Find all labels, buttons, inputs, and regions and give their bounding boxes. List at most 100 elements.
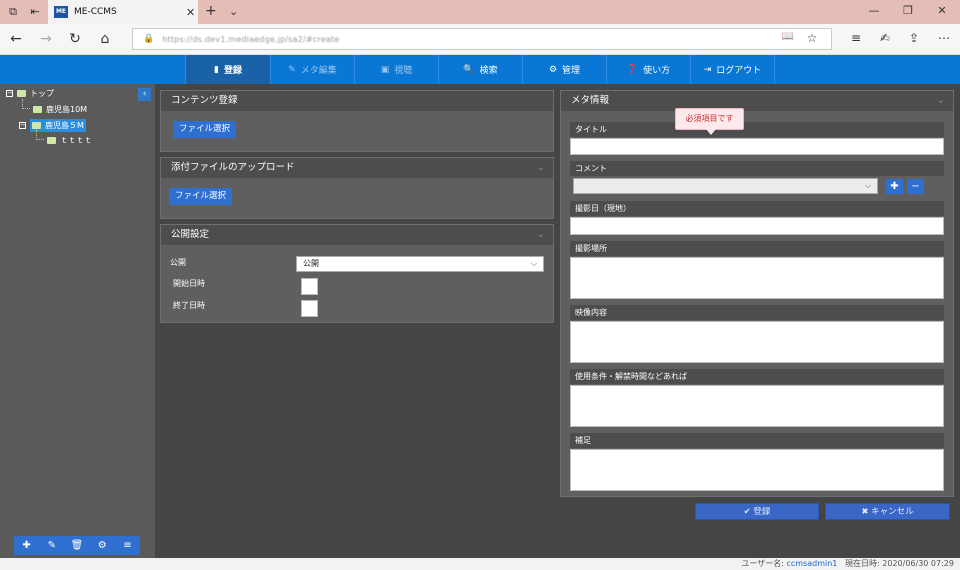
pencil-icon: ✎: [288, 64, 296, 75]
more-icon[interactable]: ⋯: [936, 31, 952, 45]
collapse-node-icon[interactable]: −: [19, 122, 26, 129]
publish-select[interactable]: 公開 ⌵: [296, 256, 544, 272]
title-input[interactable]: [570, 138, 944, 155]
content-textarea[interactable]: [570, 321, 944, 363]
publish-label: 公開: [170, 258, 186, 267]
tree-connector: [22, 99, 30, 109]
menu-icon[interactable]: ≡: [115, 536, 140, 555]
pencil-icon[interactable]: ✎: [39, 536, 64, 555]
folder-icon: [47, 137, 56, 144]
trash-icon[interactable]: 🗑: [64, 536, 89, 555]
current-time: 2020/06/30 07:29: [882, 559, 954, 568]
chevron-down-icon[interactable]: ⌄: [537, 158, 545, 178]
nav-meta-edit[interactable]: ✎ メタ編集: [270, 55, 354, 84]
chevron-down-icon[interactable]: ⌄: [537, 225, 545, 245]
required-tooltip: 必須項目です: [675, 108, 744, 135]
new-tab-icon[interactable]: +: [205, 3, 217, 19]
status-bar: ユーザー名: ccmsadmin1 現在日時: 2020/06/30 07:29: [0, 558, 960, 570]
nav-admin[interactable]: ⚙ 管理: [522, 55, 606, 84]
folder-icon: [32, 122, 41, 129]
tree-node-grandchild[interactable]: ｔｔｔｔ: [47, 135, 92, 146]
sidebar: ‹ − トップ 鹿児島10M − 鹿児島５M ｔｔｔｔ ✚ ✎ 🗑 ⚙ ≡: [0, 84, 155, 558]
nav-view[interactable]: ▣ 視聴: [354, 55, 438, 84]
help-icon: ❓: [626, 64, 639, 75]
back-icon[interactable]: ←: [8, 31, 24, 47]
favorites-list-icon[interactable]: ≡: [848, 31, 864, 45]
chevron-down-icon: ⌵: [530, 259, 537, 268]
minimize-icon[interactable]: —: [864, 4, 884, 17]
cancel-button[interactable]: ✖ キャンセル: [825, 503, 950, 520]
conditions-field-label: 使用条件・解禁時間などあれば: [570, 369, 944, 384]
favicon-icon: ME: [54, 6, 68, 18]
nav-logout[interactable]: ⇥ ログアウト: [690, 55, 775, 84]
close-window-icon[interactable]: ✕: [932, 4, 952, 17]
share-icon[interactable]: ⇪: [906, 31, 922, 45]
title-field-label: タイトル: [570, 122, 944, 137]
file-select-button[interactable]: ファイル選択: [173, 121, 237, 138]
content-field-label: 映像内容: [570, 305, 944, 320]
attachment-file-select-button[interactable]: ファイル選択: [169, 188, 233, 205]
forward-icon[interactable]: →: [38, 31, 54, 47]
tree-node-child-1[interactable]: 鹿児島10M: [33, 104, 87, 115]
comment-select[interactable]: ⌵: [573, 178, 878, 194]
chevron-down-icon[interactable]: ⌄: [937, 91, 945, 111]
user-name: ccmsadmin1: [786, 559, 838, 568]
gear-icon[interactable]: ⚙: [90, 536, 115, 555]
edit-icon: ▮: [214, 64, 219, 75]
content-register-panel: コンテンツ登録 ファイル選択: [160, 90, 554, 152]
location-field-label: 撮影場所: [570, 241, 944, 256]
publish-settings-panel: 公開設定 ⌄ 公開 公開 ⌵ 開始日時 終了日時: [160, 224, 554, 323]
close-tab-icon[interactable]: ✕: [186, 6, 198, 19]
folder-icon: [17, 90, 26, 97]
nav-search[interactable]: 🔍 検索: [438, 55, 522, 84]
restore-icon[interactable]: ❐: [898, 4, 918, 17]
nav-help[interactable]: ❓ 使い方: [606, 55, 690, 84]
panel-header[interactable]: メタ情報 ⌄: [561, 91, 953, 111]
comment-field-label: コメント: [570, 161, 944, 176]
conditions-textarea[interactable]: [570, 385, 944, 427]
search-icon: 🔍: [463, 64, 475, 75]
reading-view-icon[interactable]: 📖: [780, 31, 796, 42]
set-aside-tabs-icon[interactable]: ⇤: [28, 5, 42, 19]
shoot-date-input[interactable]: [570, 217, 944, 235]
address-bar-row: ← → ↻ ⌂ 🔒 https://ds.dev1.mediaedge.jp/s…: [0, 24, 960, 55]
end-date-label: 終了日時: [173, 301, 205, 310]
tab-bar: ⧉ ⇤ ME ME-CCMS ✕ + ⌄ — ❐ ✕: [0, 0, 960, 24]
browser-tab[interactable]: ME ME-CCMS ✕: [48, 0, 198, 24]
refresh-icon[interactable]: ↻: [67, 31, 83, 47]
browser-chrome: ⧉ ⇤ ME ME-CCMS ✕ + ⌄ — ❐ ✕ ← → ↻ ⌂ 🔒 htt…: [0, 0, 960, 55]
pen-icon[interactable]: ✍: [877, 31, 893, 45]
sidebar-toolbar: ✚ ✎ 🗑 ⚙ ≡: [14, 536, 140, 555]
collapse-node-icon[interactable]: −: [6, 90, 13, 97]
url-text: https://ds.dev1.mediaedge.jp/sa2/#create: [162, 34, 340, 44]
panel-header[interactable]: 公開設定 ⌄: [161, 225, 553, 245]
lock-icon: 🔒: [143, 34, 155, 44]
url-field[interactable]: 🔒 https://ds.dev1.mediaedge.jp/sa2/#crea…: [132, 28, 832, 50]
tab-list-icon[interactable]: ⌄: [229, 5, 238, 18]
location-textarea[interactable]: [570, 257, 944, 299]
time-label: 現在日時:: [845, 559, 880, 568]
add-comment-button[interactable]: ✚: [886, 179, 903, 194]
chevron-down-icon: ⌵: [864, 181, 871, 190]
play-icon: ▣: [380, 64, 390, 75]
app-nav: ▮ 登録 ✎ メタ編集 ▣ 視聴 🔍 検索 ⚙ 管理 ❓ 使い方 ⇥ ログアウト: [0, 55, 960, 84]
end-date-input[interactable]: [301, 300, 318, 317]
tree-connector: [36, 130, 44, 140]
add-icon[interactable]: ✚: [14, 536, 39, 555]
notes-textarea[interactable]: [570, 449, 944, 491]
tree-node-root[interactable]: − トップ: [6, 88, 54, 99]
folder-icon: [33, 106, 42, 113]
tree-node-child-2[interactable]: − 鹿児島５M: [19, 119, 86, 132]
favorite-star-icon[interactable]: ☆: [804, 31, 820, 45]
tab-actions-icon[interactable]: ⧉: [6, 5, 20, 19]
start-date-input[interactable]: [301, 278, 318, 295]
remove-comment-button[interactable]: −: [907, 179, 924, 194]
home-icon[interactable]: ⌂: [97, 31, 113, 47]
collapse-sidebar-button[interactable]: ‹: [138, 88, 151, 101]
panel-header[interactable]: 添付ファイルのアップロード ⌄: [161, 158, 553, 178]
nav-register[interactable]: ▮ 登録: [185, 55, 270, 84]
register-button[interactable]: ✔ 登録: [695, 503, 819, 520]
attachment-panel: 添付ファイルのアップロード ⌄ ファイル選択: [160, 157, 554, 219]
panel-header: コンテンツ登録: [161, 91, 553, 111]
notes-field-label: 補足: [570, 433, 944, 448]
